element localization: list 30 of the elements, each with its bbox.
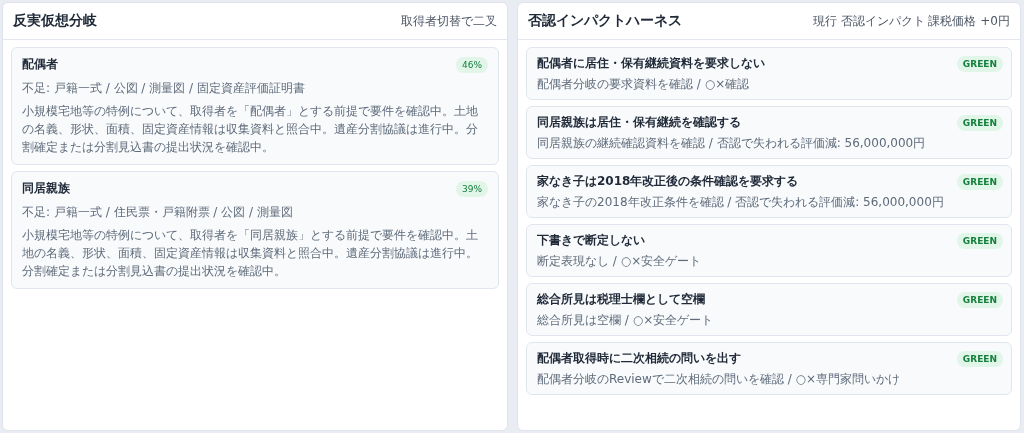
branch-description: 小規模宅地等の特例について、取得者を「同居親族」とする前提で要件を確認中。土地の名義、形状、面積、固定資産情報は収集資料と照合中。遺産分割協議は進行中。分割確定または分割見込書の提出状況を確認中。 [22,227,479,280]
missing-docs: 不足: 戸籍一式 / 公図 / 測量図 / 固定資産評価証明書 [22,80,306,97]
branch-description: 小規模宅地等の特例について、取得者を「配偶者」とする前提で要件を確認中。土地の名義、形状、面積、固定資産情報は収集資料と照合中。遺産分割協議は進行中。分割確定または分割見込書の提出状況を確認中。 [22,103,479,156]
panel-note: 現行 否認インパクト 課税価格 +0円 [812,12,1010,30]
check-detail: 配偶者分岐の要求資料を確認 / ○×確認 [537,76,751,93]
status-badge: GREEN [956,291,1003,308]
status-badge: GREEN [956,55,1003,72]
panel-title: 否認インパクトハーネス [528,12,682,30]
branch-title: 同居親族 [22,180,70,197]
panel-note: 取得者切替で二叉 [401,12,497,30]
status-badge: GREEN [956,232,1003,249]
check-title: 家なき子は2018年改正後の条件確認を要求する [537,173,799,190]
status-badge: GREEN [956,114,1003,131]
percent-badge: 39% [456,180,488,197]
check-title: 総合所見は税理士欄として空欄 [537,291,705,308]
check-title: 配偶者取得時に二次相続の問いを出す [537,350,741,367]
check-detail: 家なき子の2018年改正条件を確認 / 否認で失われる評価減: 56,000,000円 [537,194,945,211]
check-detail: 同居親族の継続確認資料を確認 / 否認で失われる評価減: 56,000,000円 [537,135,927,152]
panel-title: 反実仮想分岐 [13,12,97,30]
branch-title: 配偶者 [22,56,58,73]
check-detail: 総合所見は空欄 / ○×安全ゲート [537,312,715,329]
check-title: 下書きで断定しない [537,232,645,249]
check-title: 同居親族は居住・保有継続を確認する [537,114,741,131]
status-badge: GREEN [956,173,1003,190]
percent-badge: 46% [456,56,488,73]
check-detail: 配偶者分岐のReviewで二次相続の問いを確認 / ○×専門家問いかけ [537,371,901,388]
missing-docs: 不足: 戸籍一式 / 住民票・戸籍附票 / 公図 / 測量図 [22,204,294,221]
status-badge: GREEN [956,350,1003,367]
check-title: 配偶者に居住・保有継続資料を要求しない [537,55,765,72]
check-detail: 断定表現なし / ○×安全ゲート [537,253,703,270]
